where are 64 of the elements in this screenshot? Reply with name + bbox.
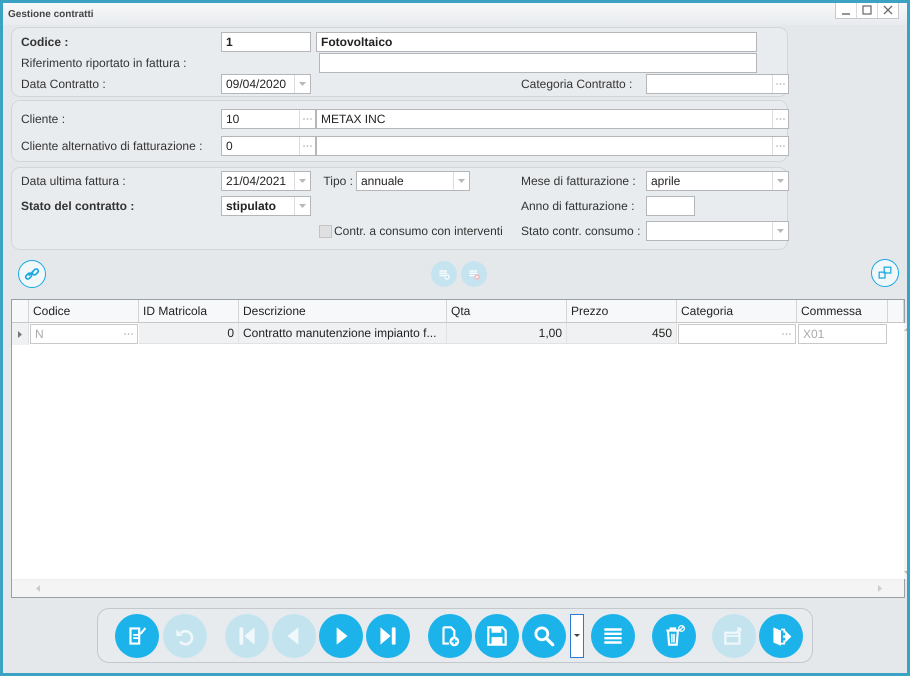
link-button[interactable] xyxy=(18,260,46,288)
dropdown-arrow-icon[interactable] xyxy=(458,179,465,183)
dropdown-arrow-icon[interactable] xyxy=(299,82,306,86)
list-button[interactable] xyxy=(591,614,635,658)
delete-button[interactable] xyxy=(652,614,696,658)
horizontal-scrollbar[interactable] xyxy=(12,579,904,597)
column-header[interactable]: Categoria xyxy=(677,300,797,322)
dropdown-field[interactable]: 09/04/2020 xyxy=(221,74,311,94)
search-button[interactable] xyxy=(522,614,566,658)
checkbox[interactable] xyxy=(319,224,332,238)
field-label: Stato del contratto : xyxy=(21,198,136,215)
field-label: Stato contr. consumo : xyxy=(521,223,642,240)
column-header[interactable]: Codice xyxy=(29,300,139,322)
dropdown-arrow-icon[interactable] xyxy=(299,179,306,183)
field-label: Cliente alternativo di fatturazione : xyxy=(21,138,204,155)
field-label: Codice : xyxy=(21,34,70,51)
field-label: Cliente : xyxy=(21,111,66,128)
new-document-button[interactable] xyxy=(428,614,472,658)
lookup-field[interactable]: METAX INC xyxy=(316,109,789,129)
checkbox-label[interactable]: Contr. a consumo con interventi xyxy=(334,224,503,238)
table-cell: Contratto manutenzione impianto f... xyxy=(239,323,447,344)
field-label: Data Contratto : xyxy=(21,76,107,93)
field-label: Categoria Contratto : xyxy=(521,76,634,93)
table-cell: 1,00 xyxy=(447,323,567,344)
scroll-right-arrow-icon[interactable] xyxy=(878,585,882,592)
input-field[interactable]: 1 xyxy=(221,32,311,52)
exit-button[interactable] xyxy=(759,614,803,658)
dropdown-field[interactable] xyxy=(646,221,789,241)
table-cell: 0 xyxy=(139,323,239,344)
window-title: Gestione contratti xyxy=(7,8,94,20)
lookup-field[interactable] xyxy=(316,136,789,156)
input-field[interactable] xyxy=(319,53,757,73)
lookup-field[interactable]: 0 xyxy=(221,136,316,156)
input-field[interactable]: Fotovoltaico xyxy=(316,32,757,52)
dropdown-arrow-icon[interactable] xyxy=(777,229,784,233)
column-header[interactable]: Descrizione xyxy=(239,300,447,322)
column-header[interactable]: Prezzo xyxy=(567,300,677,322)
scroll-left-arrow-icon[interactable] xyxy=(36,585,40,592)
window-button[interactable] xyxy=(871,259,899,287)
table-cell-field[interactable] xyxy=(678,324,796,344)
next-record-button[interactable] xyxy=(319,614,363,658)
column-header[interactable]: Commessa xyxy=(797,300,888,322)
caret-icon[interactable] xyxy=(574,634,580,637)
field-label: Anno di fatturazione : xyxy=(521,198,636,215)
save-button[interactable] xyxy=(475,614,519,658)
column-header[interactable]: Qta xyxy=(447,300,567,322)
dropdown-field[interactable]: stipulato xyxy=(221,196,311,216)
column-header[interactable]: ID Matricola xyxy=(139,300,239,322)
field-label: Mese di fatturazione : xyxy=(521,173,637,190)
field-label: Riferimento riportato in fattura : xyxy=(21,55,188,72)
edit-button[interactable] xyxy=(115,614,159,658)
table-cell: 450 xyxy=(567,323,677,344)
dropdown-field[interactable]: 21/04/2021 xyxy=(221,171,311,191)
lookup-field[interactable]: 10 xyxy=(221,109,316,129)
input-field[interactable] xyxy=(646,196,695,216)
dropdown-field[interactable]: aprile xyxy=(646,171,789,191)
field-label: Tipo : xyxy=(323,173,354,190)
last-record-button[interactable] xyxy=(366,614,410,658)
dropdown-button[interactable] xyxy=(570,614,584,658)
lookup-field[interactable] xyxy=(646,74,789,94)
field-label: Data ultima fattura : xyxy=(21,173,127,190)
dropdown-arrow-icon[interactable] xyxy=(777,179,784,183)
dropdown-field[interactable]: annuale xyxy=(356,171,470,191)
dropdown-arrow-icon[interactable] xyxy=(299,204,306,208)
